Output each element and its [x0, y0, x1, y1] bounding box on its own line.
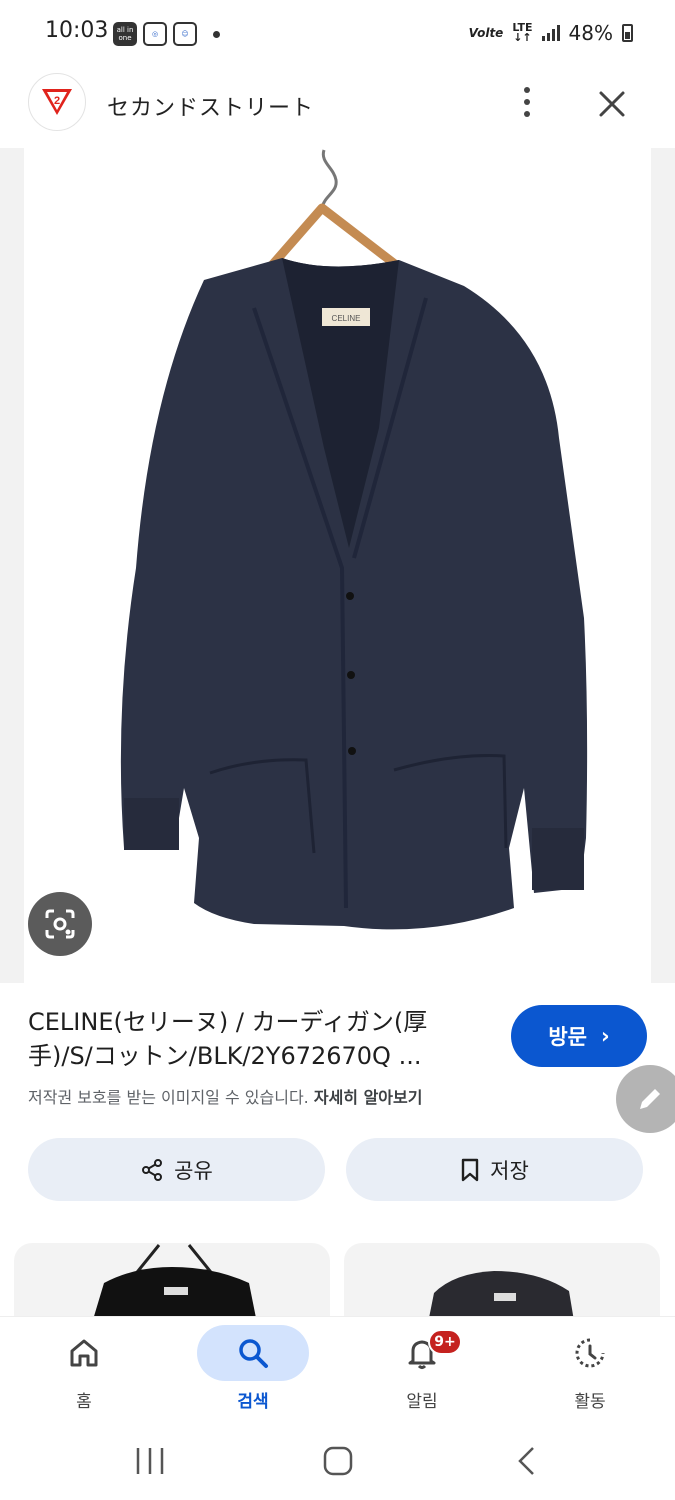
second-street-logo-icon: 2: [42, 89, 72, 115]
lens-icon: [45, 909, 75, 939]
battery-percent: 48%: [568, 21, 613, 45]
site-name[interactable]: セカンドストリート: [107, 90, 314, 122]
bell-icon: 9+: [366, 1325, 478, 1381]
volte-indicator: Volte: [468, 26, 504, 40]
logo-number: 2: [54, 95, 60, 107]
google-lens-button[interactable]: [28, 892, 92, 956]
nav-activity-label: 활동: [574, 1392, 606, 1412]
system-navigation-bar: [0, 1420, 675, 1500]
notification-icons: all in one ◎ ☺: [113, 22, 220, 46]
learn-more-link[interactable]: 자세히 알아보기: [314, 1088, 423, 1107]
back-icon[interactable]: [514, 1445, 538, 1477]
image-side-left: [0, 148, 24, 983]
edit-button[interactable]: [616, 1065, 675, 1133]
nav-notifications-label: 알림: [406, 1392, 438, 1412]
signal-icon: [541, 25, 560, 41]
lte-indicator: LTE ↓↑: [512, 21, 533, 44]
all-in-one-app-icon: all in one: [113, 22, 137, 46]
result-title[interactable]: CELINE(セリーヌ) / カーディガン(厚手)/S/コットン/BLK/2Y6…: [28, 1005, 488, 1073]
save-label: 저장: [490, 1158, 529, 1183]
share-button[interactable]: 공유: [28, 1138, 325, 1201]
bottom-navigation: 홈 검색 9+ 알림 활동: [0, 1316, 675, 1420]
source-header: 2 セカンドストリート: [0, 68, 675, 148]
status-indicators: Volte LTE ↓↑ 48%: [469, 21, 633, 45]
more-notifications-dot-icon: [213, 30, 220, 38]
save-button[interactable]: 저장: [346, 1138, 643, 1201]
bookmark-icon: [461, 1158, 479, 1181]
pencil-icon: [640, 1089, 660, 1109]
close-icon[interactable]: [592, 84, 632, 124]
status-bar: 10:03 all in one ◎ ☺ Volte LTE ↓↑ 48%: [0, 0, 675, 68]
product-image[interactable]: CELINE: [0, 148, 675, 983]
svg-text:CELINE: CELINE: [332, 314, 361, 323]
status-time: 10:03: [45, 18, 109, 43]
search-icon: [197, 1325, 309, 1381]
more-options-button[interactable]: [512, 82, 542, 122]
share-icon: [142, 1158, 163, 1181]
home-icon: [28, 1325, 140, 1381]
share-label: 공유: [174, 1158, 213, 1183]
nav-home[interactable]: 홈: [24, 1325, 144, 1421]
battery-icon: [622, 24, 633, 42]
visit-button[interactable]: 방문 ›: [511, 1005, 647, 1067]
visit-button-label: 방문: [548, 1025, 587, 1049]
nav-notifications[interactable]: 9+ 알림: [362, 1325, 482, 1421]
activity-history-icon: [534, 1325, 646, 1381]
chevron-right-icon: ›: [600, 1024, 610, 1048]
site-logo[interactable]: 2: [28, 73, 86, 131]
copyright-notice: 저작권 보호를 받는 이미지일 수 있습니다. 자세히 알아보기: [28, 1084, 422, 1108]
home-button-icon[interactable]: [322, 1445, 354, 1477]
notification-badge: 9+: [428, 1329, 462, 1355]
cardigan-photo: CELINE: [120, 149, 588, 930]
nav-home-label: 홈: [76, 1392, 92, 1412]
recent-apps-icon[interactable]: [134, 1446, 166, 1476]
network-label: LTE: [512, 21, 533, 34]
app-badge-icon: ◎: [143, 22, 167, 46]
image-side-right: [651, 148, 675, 983]
mascot-app-icon: ☺: [173, 22, 197, 46]
nav-search[interactable]: 검색: [193, 1325, 313, 1421]
copyright-text: 저작권 보호를 받는 이미지일 수 있습니다.: [28, 1088, 309, 1107]
nav-search-label: 검색: [237, 1392, 269, 1412]
nav-activity[interactable]: 활동: [530, 1325, 650, 1421]
